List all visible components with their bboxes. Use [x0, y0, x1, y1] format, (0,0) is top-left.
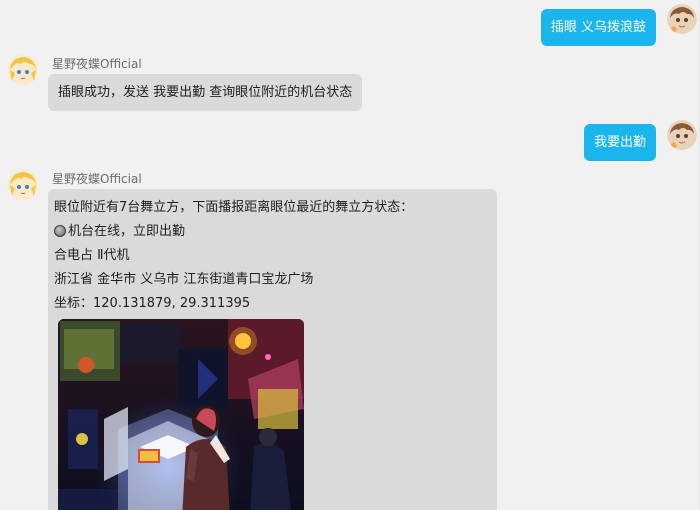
bot-sender-name: 星野夜蝶Official	[52, 172, 142, 186]
user-avatar[interactable]	[667, 4, 697, 34]
user-message-text: 插眼 义乌拨浪鼓	[550, 20, 646, 35]
user-message-text: 我要出勤	[593, 135, 646, 150]
gray-circle-icon	[54, 225, 66, 237]
machine-status-text: 机台在线，立即出勤	[68, 224, 186, 239]
bot-message-text: 插眼成功，发送 我要出勤 查询眼位附近的机台状态	[58, 85, 353, 100]
nearby-summary-text: 眼位附近有7台舞立方，下面播报距离眼位最近的舞立方状态：	[54, 200, 414, 215]
bot-sender-name: 星野夜蝶Official	[52, 57, 142, 71]
bot-avatar[interactable]	[8, 55, 38, 85]
user-avatar[interactable]	[667, 120, 697, 150]
machine-coordinates-text: 坐标：120.131879, 29.311395	[54, 296, 251, 311]
machine-status-line: 机台在线，立即出勤	[54, 220, 491, 244]
arcade-photo[interactable]	[58, 319, 304, 510]
bot-avatar[interactable]	[8, 170, 38, 200]
user-message-bubble[interactable]: 插眼 义乌拨浪鼓	[540, 9, 656, 46]
user-message-bubble[interactable]: 我要出勤	[583, 124, 656, 161]
chat-window: 插眼 义乌拨浪鼓 星野夜蝶Official 插眼成功，发送 我要出勤 查询眼位附…	[0, 0, 700, 510]
machine-address-text: 浙江省 金华市 义乌市 江东街道青口宝龙广场	[54, 272, 314, 287]
bot-message-bubble[interactable]: 插眼成功，发送 我要出勤 查询眼位附近的机台状态	[48, 74, 363, 111]
machine-model-text: 合电占 Ⅱ代机	[54, 248, 130, 263]
